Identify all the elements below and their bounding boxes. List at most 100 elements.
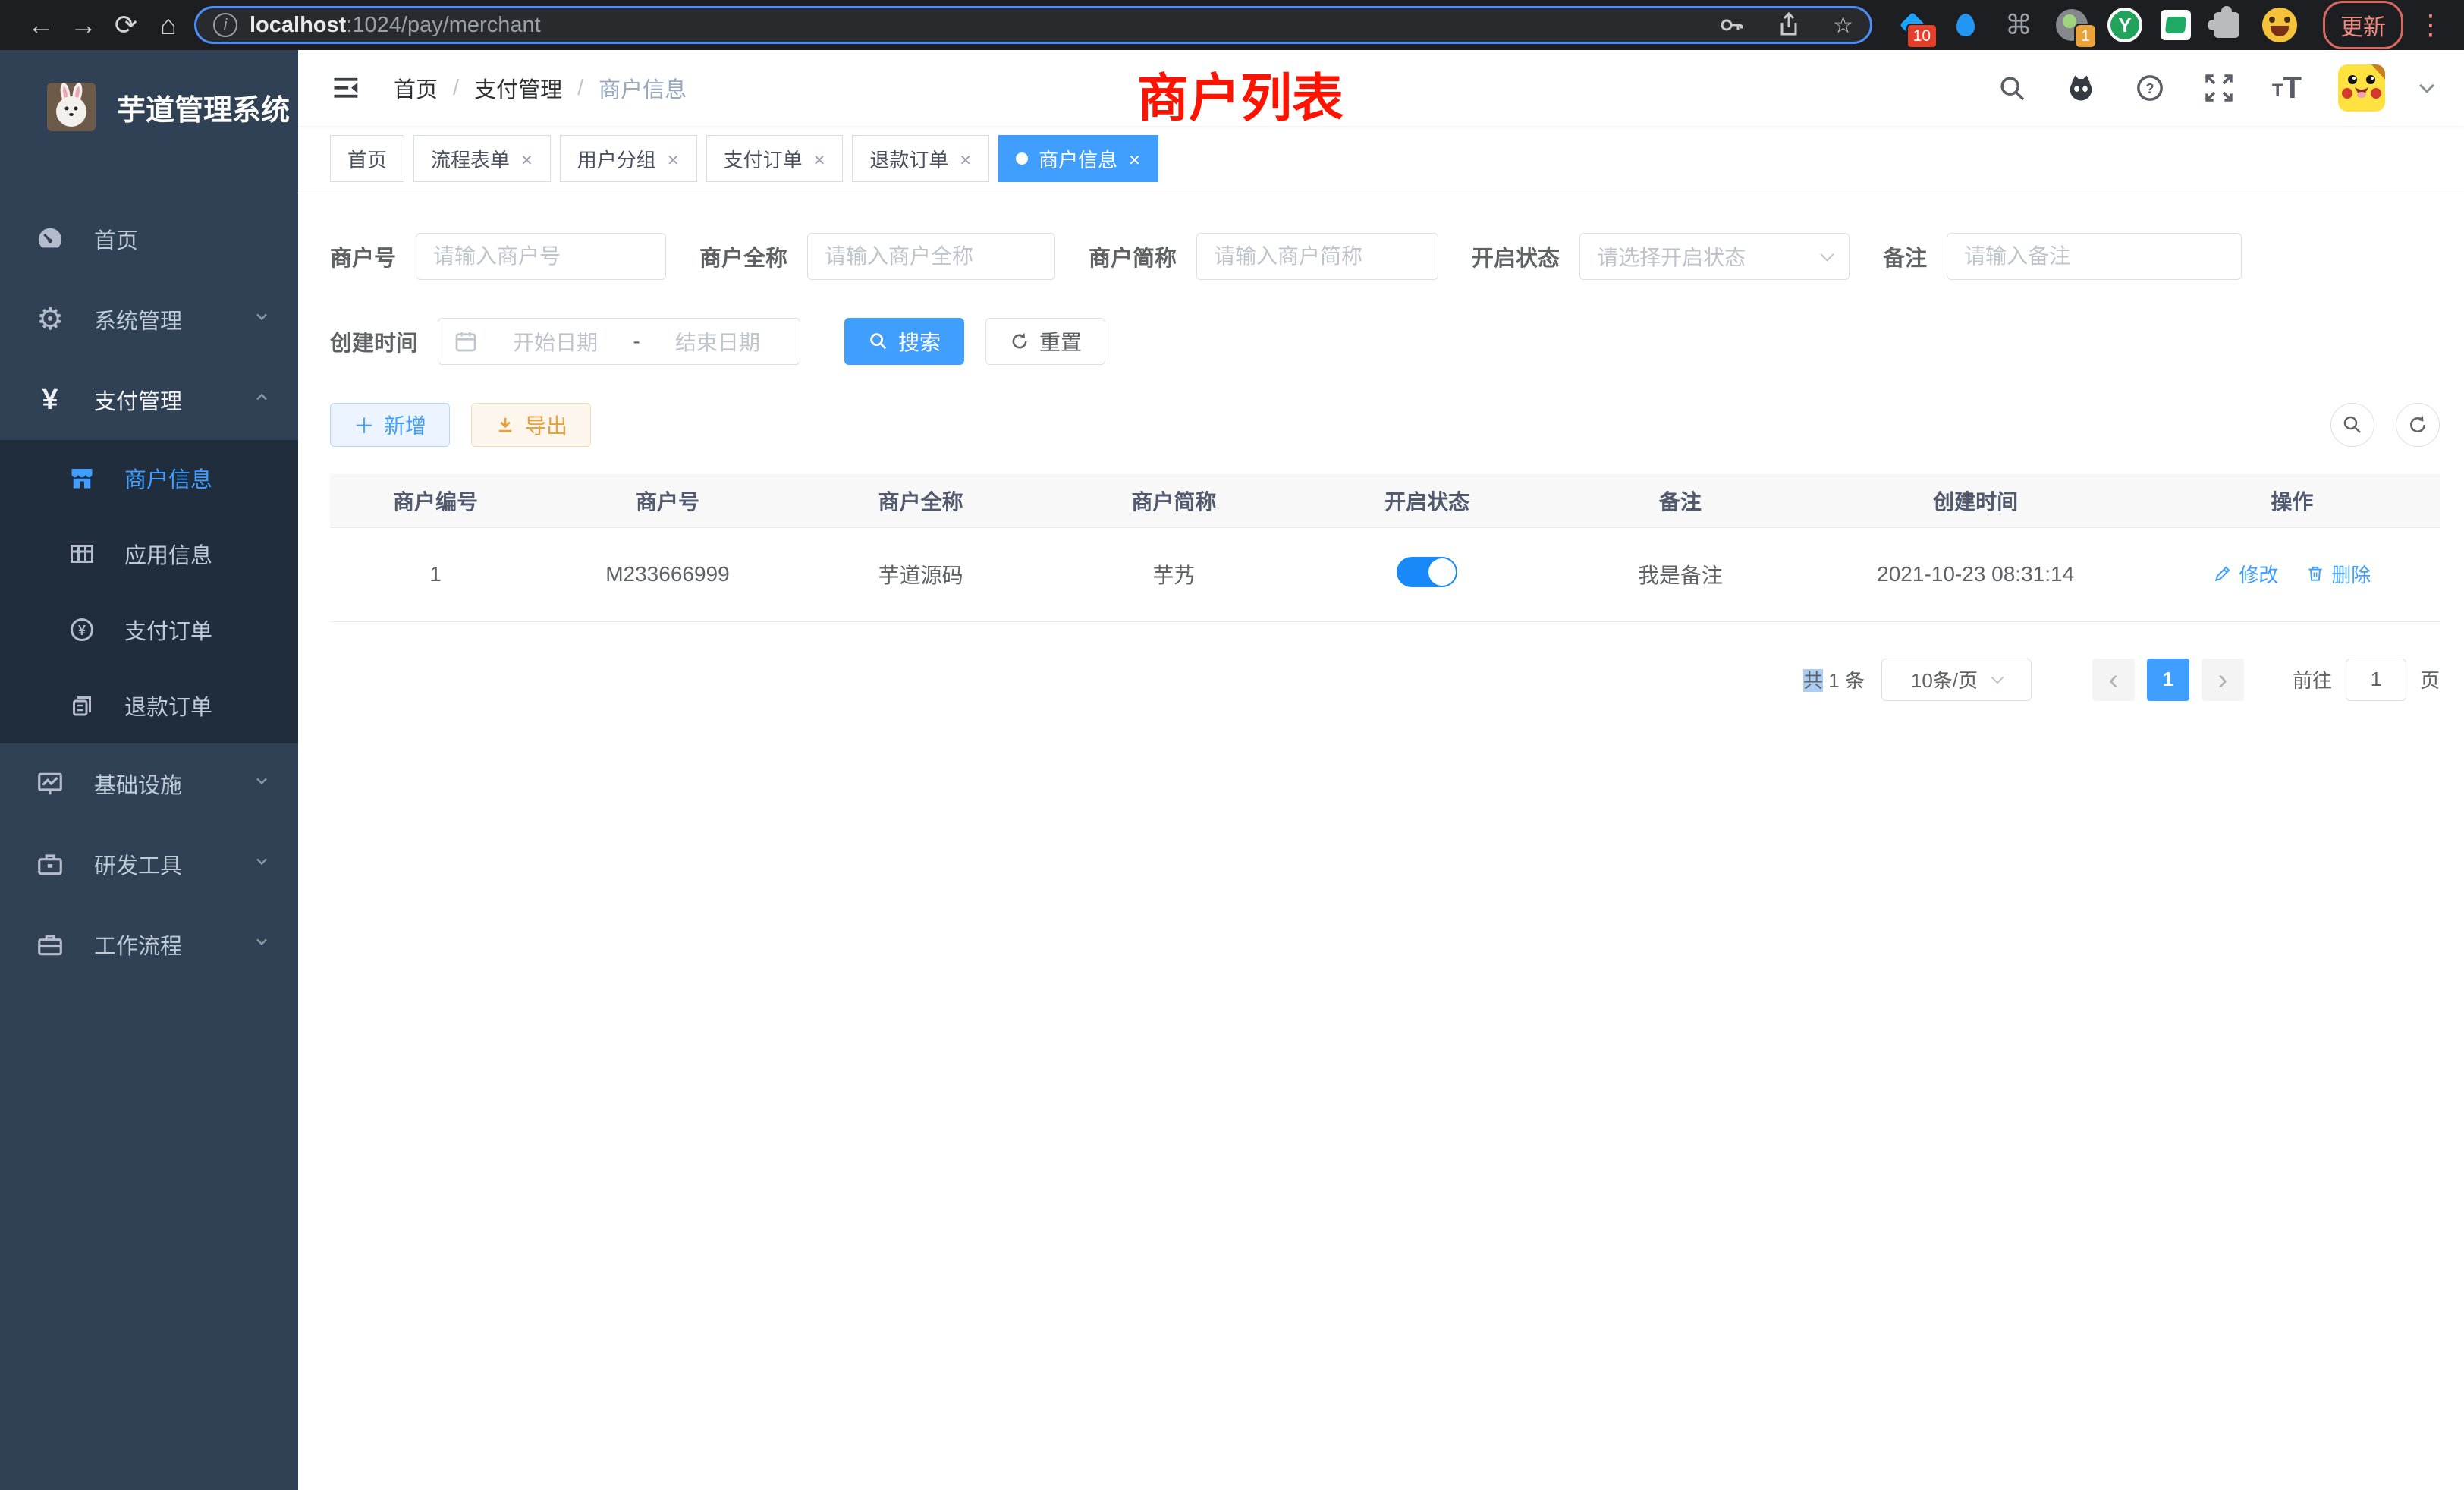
sidebar-item-dev-tools[interactable]: 研发工具: [0, 824, 298, 904]
annotation-title: 商户列表: [1137, 56, 1344, 131]
sidebar-item-merchant-info[interactable]: 商户信息: [0, 440, 298, 516]
edit-icon: [2213, 564, 2233, 583]
close-icon[interactable]: [520, 147, 533, 171]
cell-full-name: 芋道源码: [794, 527, 1048, 621]
caret-down-icon[interactable]: [2419, 78, 2434, 93]
tab-label: 用户分组: [577, 145, 656, 173]
sidebar-item-label: 工作流程: [94, 929, 182, 960]
close-icon[interactable]: [959, 147, 972, 171]
sidebar-item-system[interactable]: 系统管理: [0, 279, 298, 360]
extension-y-icon[interactable]: Y: [2107, 8, 2142, 42]
search-icon: [868, 331, 889, 352]
font-size-icon[interactable]: TT: [2272, 74, 2302, 102]
edit-link[interactable]: 修改: [2213, 560, 2278, 588]
fullscreen-icon[interactable]: [2202, 71, 2236, 105]
page-1-button[interactable]: 1: [2147, 659, 2189, 701]
avatar[interactable]: [2338, 64, 2385, 112]
goto-suffix: 页: [2420, 665, 2440, 693]
search-icon[interactable]: [1996, 72, 2028, 104]
refresh-button[interactable]: [2396, 403, 2440, 447]
close-icon[interactable]: [667, 147, 680, 171]
bookmark-star-icon[interactable]: ☆: [1833, 12, 1853, 39]
profile-emoji-icon[interactable]: [2262, 8, 2297, 42]
toggle-search-button[interactable]: [2330, 403, 2374, 447]
refresh-icon: [2406, 413, 2429, 436]
help-icon[interactable]: ?: [2134, 72, 2166, 104]
grid-icon: [65, 540, 99, 567]
breadcrumb-payment[interactable]: 支付管理: [474, 72, 562, 104]
chevron-down-icon: [1991, 671, 2004, 684]
chevron-down-icon: [253, 772, 271, 797]
export-button[interactable]: 导出: [471, 403, 591, 447]
sidebar-item-app-info[interactable]: 应用信息: [0, 516, 298, 592]
tab-process-form[interactable]: 流程表单: [413, 135, 551, 182]
plus-icon: [354, 410, 375, 440]
tab-pay-order[interactable]: 支付订单: [706, 135, 844, 182]
top-navbar: 首页 / 支付管理 / 商户信息 商户列表 ? T: [298, 50, 2464, 126]
tab-user-group[interactable]: 用户分组: [560, 135, 697, 182]
prev-page-button[interactable]: [2092, 659, 2135, 701]
extension-status-icon[interactable]: 1: [2054, 8, 2089, 42]
refresh-icon: [1009, 331, 1030, 352]
status-toggle[interactable]: [1397, 557, 1457, 587]
browser-update-button[interactable]: 更新: [2323, 1, 2403, 49]
sidebar-item-workflow[interactable]: 工作流程: [0, 904, 298, 985]
extensions-puzzle-icon[interactable]: [2209, 8, 2244, 42]
app-logo-image: [47, 83, 96, 131]
extension-chat-icon[interactable]: [2161, 10, 2191, 40]
browser-menu-icon[interactable]: [2417, 9, 2444, 41]
tab-refund-order[interactable]: 退款订单: [852, 135, 989, 182]
chevron-down-icon: [1820, 247, 1834, 261]
yen-icon: ¥: [33, 385, 67, 414]
extension-diamond-icon[interactable]: 10: [1895, 8, 1930, 42]
extension-balloon-icon[interactable]: [1948, 8, 1983, 42]
close-icon[interactable]: [813, 147, 826, 171]
next-page-button[interactable]: [2202, 659, 2244, 701]
tab-label: 退款订单: [869, 145, 948, 173]
share-icon[interactable]: [1775, 11, 1802, 39]
briefcase-icon: [33, 930, 67, 959]
payment-submenu: 商户信息 应用信息 ¥ 支付订单: [0, 440, 298, 743]
forward-icon[interactable]: →: [62, 9, 105, 41]
collapse-sidebar-icon[interactable]: [330, 71, 363, 105]
sidebar-item-home[interactable]: 首页: [0, 199, 298, 279]
reset-button[interactable]: 重置: [985, 318, 1105, 365]
home-icon[interactable]: ⌂: [147, 9, 190, 41]
key-icon[interactable]: [1718, 11, 1745, 39]
cell-merchant-no: M233666999: [541, 527, 794, 621]
sidebar-item-payment[interactable]: ¥ 支付管理: [0, 360, 298, 440]
calendar-icon: [454, 329, 478, 354]
download-icon: [495, 414, 516, 435]
delete-link[interactable]: 删除: [2305, 560, 2371, 588]
goto-page-input[interactable]: [2346, 659, 2406, 701]
merchant-short-input[interactable]: [1196, 233, 1438, 280]
extension-command-icon[interactable]: [2001, 8, 2036, 42]
breadcrumb: 首页 / 支付管理 / 商户信息: [394, 72, 687, 104]
cell-merchant-id: 1: [330, 527, 541, 621]
reload-icon[interactable]: ⟳: [105, 9, 147, 41]
col-merchant-id: 商户编号: [330, 474, 541, 527]
github-icon[interactable]: [2064, 71, 2098, 105]
remark-input[interactable]: [1947, 233, 2242, 280]
site-info-icon[interactable]: i: [213, 13, 237, 37]
tab-home[interactable]: 首页: [330, 135, 404, 182]
sidebar-item-refund-order[interactable]: 退款订单: [0, 668, 298, 743]
back-icon[interactable]: ←: [20, 9, 62, 41]
create-time-range-picker[interactable]: 开始日期 - 结束日期: [438, 318, 800, 365]
sidebar-item-pay-order[interactable]: ¥ 支付订单: [0, 592, 298, 668]
merchant-no-label: 商户号: [330, 240, 396, 272]
merchant-name-input[interactable]: [807, 233, 1055, 280]
search-button[interactable]: 搜索: [844, 318, 964, 365]
page-size-select[interactable]: 10条/页: [1881, 659, 2032, 701]
tab-merchant-info[interactable]: 商户信息: [998, 135, 1158, 182]
close-icon[interactable]: [1128, 147, 1141, 171]
sidebar-item-infrastructure[interactable]: 基础设施: [0, 743, 298, 824]
yen-circle-icon: ¥: [65, 616, 99, 643]
status-select[interactable]: 请选择开启状态: [1579, 233, 1850, 280]
pagination: 共 1 条 10条/页 1 前往 页: [330, 659, 2440, 701]
add-button[interactable]: 新增: [330, 403, 450, 447]
tab-label: 商户信息: [1039, 145, 1117, 173]
address-bar[interactable]: i localhost :1024/pay/merchant ☆: [194, 6, 1872, 44]
breadcrumb-home[interactable]: 首页: [394, 72, 438, 104]
merchant-no-input[interactable]: [416, 233, 666, 280]
